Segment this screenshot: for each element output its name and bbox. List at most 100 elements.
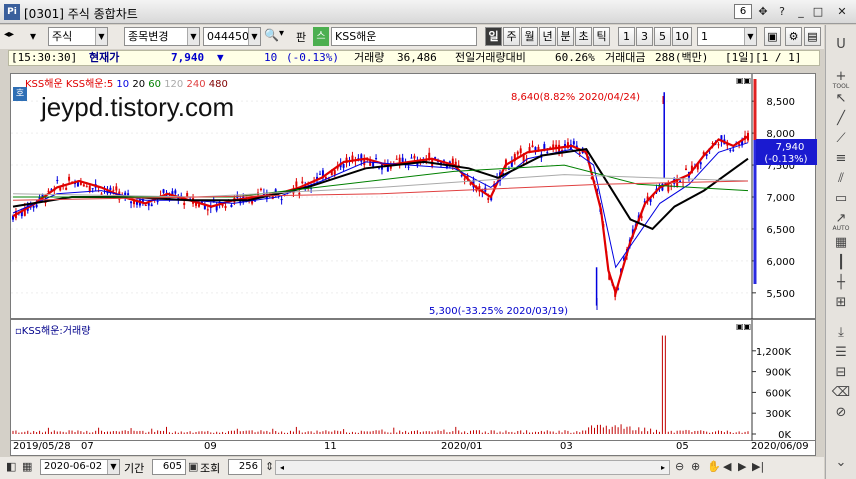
save-icon[interactable]: ▣ bbox=[764, 27, 781, 46]
sidebar-expand-icon[interactable]: ⌄ bbox=[829, 455, 853, 470]
candle-body bbox=[572, 141, 575, 145]
minute-button-1[interactable]: 1 bbox=[618, 27, 635, 46]
fib-icon[interactable]: ≡ bbox=[829, 151, 853, 166]
period-input[interactable]: 605 bbox=[152, 459, 186, 475]
candle-body bbox=[487, 198, 490, 200]
candle-body bbox=[298, 192, 301, 195]
period-button-day[interactable]: 일 bbox=[485, 27, 502, 46]
low-annotation: 5,300(-33.25% 2020/03/19) bbox=[429, 306, 568, 317]
minimize-icon[interactable]: _ bbox=[793, 4, 809, 20]
add-tool-icon[interactable]: + TOOL bbox=[829, 69, 853, 90]
info-prev-vol: 60.26% bbox=[555, 51, 595, 64]
line-icon[interactable]: ╱ bbox=[829, 111, 853, 126]
zoom-plus-icon[interactable]: ⊕ bbox=[691, 460, 700, 473]
period-button-month[interactable]: 월 bbox=[521, 27, 538, 46]
candle-icon[interactable]: ┃ bbox=[829, 255, 853, 270]
cursor-icon[interactable]: ↖ bbox=[829, 91, 853, 106]
current-price-text: 7,940 bbox=[776, 142, 805, 153]
volume-chart-panel[interactable]: 1,200K 900K 600K 300K 0K ▫KSS해운:거래량 ▣▣ bbox=[10, 319, 816, 442]
chart-type-icon[interactable]: ◧ bbox=[6, 460, 16, 473]
cross-icon[interactable]: ┼ bbox=[829, 275, 853, 290]
candle-body bbox=[546, 152, 549, 154]
window-number-badge[interactable]: 6 bbox=[734, 4, 752, 19]
minute-button-3[interactable]: 3 bbox=[636, 27, 653, 46]
lookup-label: 조회 bbox=[200, 462, 221, 475]
period-button-year[interactable]: 년 bbox=[539, 27, 556, 46]
scroll-left-icon[interactable]: ◂ bbox=[276, 461, 288, 474]
candle-body bbox=[699, 162, 702, 165]
minute-button-5[interactable]: 5 bbox=[654, 27, 671, 46]
scale-icon[interactable]: ⊞ bbox=[829, 295, 853, 310]
dropdown-icon[interactable]: ▾ bbox=[279, 28, 284, 39]
print-icon[interactable]: ▤ bbox=[804, 27, 821, 46]
calendar-icon[interactable]: ▦ bbox=[22, 460, 32, 473]
unit-icon[interactable]: U bbox=[829, 37, 853, 52]
nav-arrows-icon[interactable]: ◂▸ bbox=[4, 29, 14, 40]
candle-body bbox=[35, 204, 38, 208]
stock-code-input[interactable]: 044450 ▼ bbox=[203, 27, 261, 46]
chart-icon[interactable]: ▣ bbox=[188, 460, 198, 473]
zoom-minus-icon[interactable]: ⊖ bbox=[675, 460, 684, 473]
list-view-icon[interactable]: ☰ bbox=[829, 345, 853, 360]
period-button-tick[interactable]: 틱 bbox=[593, 27, 610, 46]
trend-icon[interactable]: ⟋ bbox=[829, 131, 853, 146]
app-logo-icon: Pi bbox=[4, 4, 20, 20]
candle-body bbox=[413, 155, 416, 159]
period-button-week[interactable]: 주 bbox=[503, 27, 520, 46]
window-title: [0301] 주식 종합차트 bbox=[24, 7, 138, 21]
magnet-icon[interactable]: ⊘ bbox=[829, 405, 853, 420]
candle-body bbox=[717, 144, 720, 146]
pin-icon[interactable]: ✥ bbox=[755, 4, 771, 20]
info-change-pct: (-0.13%) bbox=[286, 51, 339, 64]
step-forward-icon[interactable]: ▶ bbox=[738, 460, 746, 473]
candle-body bbox=[91, 188, 94, 190]
panel-max-icon[interactable]: ▣▣ bbox=[736, 322, 751, 331]
eraser-icon[interactable]: ⌫ bbox=[829, 385, 853, 400]
horizontal-scrollbar[interactable]: ◂ ▸ bbox=[275, 460, 670, 475]
x-axis: 2019/05/28 07 09 11 2020/01 03 05 2020/0… bbox=[10, 441, 816, 456]
legend-item: KSS해운 bbox=[25, 79, 63, 90]
market-select[interactable]: 주식 ▼ bbox=[48, 27, 108, 46]
pan-label[interactable]: 판 bbox=[296, 29, 306, 45]
y-tick-label: 7,000 bbox=[766, 193, 795, 204]
lock-icon[interactable]: ⊟ bbox=[829, 365, 853, 380]
step-back-icon[interactable]: ◀ bbox=[723, 460, 731, 473]
date-input[interactable]: 2020-06-02 ▼ bbox=[40, 459, 120, 475]
search-icon[interactable]: 🔍 bbox=[264, 28, 279, 42]
end-icon[interactable]: ▶| bbox=[752, 460, 764, 473]
period-label: 기간 bbox=[124, 462, 145, 475]
grid-icon[interactable]: ▦ bbox=[829, 235, 853, 250]
parallel-icon[interactable]: ⫽ bbox=[829, 171, 853, 186]
candle-body bbox=[56, 179, 59, 181]
list-icon[interactable]: ▾ bbox=[30, 29, 36, 43]
spin-icon[interactable]: ⇕ bbox=[265, 460, 274, 473]
candle-body bbox=[679, 180, 682, 183]
candle-body bbox=[100, 193, 103, 195]
candle-body bbox=[174, 190, 177, 194]
close-icon[interactable]: ✕ bbox=[834, 4, 850, 20]
info-volume-label: 거래량 bbox=[354, 51, 385, 64]
period-button-second[interactable]: 초 bbox=[575, 27, 592, 46]
ma-line-10 bbox=[12, 142, 749, 269]
help-icon[interactable]: ? bbox=[774, 4, 790, 20]
lookup-input[interactable]: 256 bbox=[228, 459, 262, 475]
candle-body bbox=[375, 158, 378, 160]
settings-icon[interactable]: ⚙ bbox=[785, 27, 802, 46]
hand-icon[interactable]: ✋ bbox=[707, 460, 721, 473]
interval-select[interactable]: 1 ▼ bbox=[697, 27, 757, 46]
favorite-icon[interactable]: 스 bbox=[313, 27, 329, 46]
download-icon[interactable]: ⤓ bbox=[829, 325, 853, 340]
change-item-select[interactable]: 종목변경 ▼ bbox=[124, 27, 200, 46]
price-chart-panel[interactable]: 8,500 8,000 7,500 7,000 6,500 6,000 5,500 7,94… bbox=[10, 73, 817, 320]
y-tick-label: 8,000 bbox=[766, 129, 795, 140]
candle-body bbox=[531, 145, 534, 148]
maximize-icon[interactable]: □ bbox=[810, 4, 826, 20]
candle-body bbox=[82, 184, 85, 187]
panel-max-icon[interactable]: ▣▣ bbox=[736, 76, 751, 85]
minute-button-10[interactable]: 10 bbox=[672, 27, 692, 46]
rect-icon[interactable]: ▭ bbox=[829, 191, 853, 206]
autotrend-icon[interactable]: ↗ AUTO bbox=[829, 211, 853, 232]
scroll-right-icon[interactable]: ▸ bbox=[657, 461, 669, 474]
candle-body bbox=[156, 201, 159, 203]
period-button-minute[interactable]: 분 bbox=[557, 27, 574, 46]
